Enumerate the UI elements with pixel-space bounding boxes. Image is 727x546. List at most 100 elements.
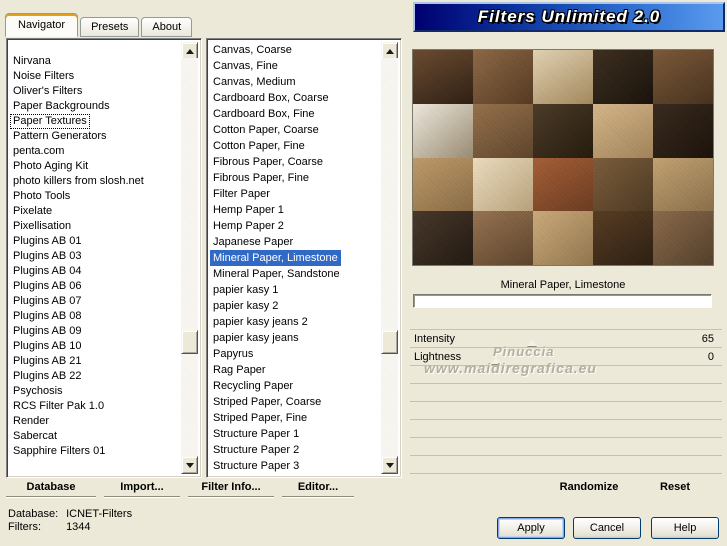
list-item[interactable]: Plugins AB 07 [10,294,85,309]
filters-listbox: Canvas, Coarse Canvas, Fine Canvas, Medium… [206,38,402,478]
list-item[interactable]: Cotton Paper, Fine [210,138,308,154]
list-item[interactable]: Photo Tools [10,189,73,204]
list-item[interactable]: Render [10,414,52,429]
list-item[interactable]: Plugins AB 01 [10,234,85,249]
preview-texture-cell [533,50,593,104]
apply-button[interactable]: Apply [497,517,565,539]
filter-info-button[interactable]: Filter Info... [188,481,274,497]
list-item[interactable]: Plugins AB 06 [10,279,85,294]
list-item[interactable]: Structure Paper 1 [210,426,302,442]
list-item[interactable]: papier kasy jeans 2 [210,314,311,330]
list-item[interactable]: Sabercat [10,429,60,444]
list-item[interactable]: Oliver's Filters [10,84,85,99]
tab-presets[interactable]: Presets [80,17,140,37]
list-item[interactable]: photo killers from slosh.net [10,174,147,189]
list-item[interactable]: Recycling Paper [210,378,296,394]
list-item[interactable]: Plugins AB 03 [10,249,85,264]
list-item[interactable]: papier kasy jeans [210,330,302,346]
preview-image[interactable] [413,50,713,265]
list-item[interactable]: Canvas, Fine [210,58,281,74]
param-row[interactable]: Lightness 0 [410,348,722,366]
list-item[interactable]: Noise Filters [10,69,77,84]
list-item[interactable]: Cardboard Box, Fine [210,106,318,122]
scroll-down-button[interactable] [381,456,398,474]
param-slider [494,384,666,401]
categories-scrollbar [181,42,198,474]
list-item[interactable]: Plugins AB 21 [10,354,85,369]
list-item[interactable]: Mineral Paper, Limestone [210,250,341,266]
list-item[interactable]: Striped Paper, Coarse [210,394,324,410]
list-item[interactable]: papier kasy 2 [210,298,281,314]
status-database-value: ICNET-Filters [66,508,133,520]
preview-texture-cell [413,50,473,104]
list-item[interactable]: Plugins AB 08 [10,309,85,324]
list-item[interactable]: Canvas, Medium [210,74,299,90]
list-item[interactable]: Hemp Paper 2 [210,218,287,234]
preview-texture-cell [593,211,653,265]
editor-button[interactable]: Editor... [282,481,354,497]
list-item[interactable]: Fibrous Paper, Coarse [210,154,326,170]
tab-navigator[interactable]: Navigator [5,13,79,37]
slider-thumb[interactable] [490,353,501,364]
param-name: Intensity [414,332,455,345]
list-item[interactable]: Cardboard Box, Coarse [210,90,332,106]
list-item[interactable]: Pixellisation [10,219,74,234]
list-item[interactable]: Plugins AB 09 [10,324,85,339]
list-item[interactable]: Mineral Paper, Sandstone [210,266,343,282]
param-row [410,366,722,384]
param-slider[interactable] [494,330,666,347]
param-row[interactable]: Intensity 65 [410,330,722,348]
list-item[interactable]: Paper Backgrounds [10,99,113,114]
scrollbar-thumb[interactable] [381,330,398,354]
preview-texture-cell [593,103,653,158]
tab-about[interactable]: About [141,17,193,37]
scroll-down-button[interactable] [181,456,198,474]
status-database-label: Database: [8,508,59,520]
param-name: Lightness [414,350,462,363]
title-banner-text: Filters Unlimited 2.0 [477,7,661,26]
list-item[interactable]: Plugins AB 04 [10,264,85,279]
list-item[interactable]: Photo Aging Kit [10,159,91,174]
list-item[interactable]: Pattern Generators [10,129,110,144]
list-item[interactable]: Japanese Paper [210,234,296,250]
list-item[interactable]: Filter Paper [210,186,273,202]
list-item[interactable]: Hemp Paper 1 [210,202,287,218]
list-item[interactable]: Plugins AB 22 [10,369,85,384]
list-item[interactable]: Papyrus [210,346,256,362]
help-button[interactable]: Help [651,517,719,539]
list-item[interactable]: Pixelate [10,204,55,219]
slider-thumb[interactable] [526,335,537,346]
list-item[interactable]: Rag Paper [210,362,269,378]
param-slider [494,456,666,473]
list-item[interactable]: Psychosis [10,384,66,399]
list-item[interactable]: Paper Textures [10,114,90,129]
list-item[interactable]: Structure Paper 2 [210,442,302,458]
list-item[interactable]: Sapphire Filters 01 [10,444,108,459]
list-item[interactable]: papier kasy 1 [210,282,281,298]
reset-button[interactable]: Reset [648,481,702,496]
import-button[interactable]: Import... [104,481,180,497]
scrollbar-track[interactable] [381,58,398,458]
scrollbar-thumb[interactable] [181,330,198,354]
list-item[interactable]: Structure Paper 3 [210,458,302,474]
randomize-button[interactable]: Randomize [546,481,632,496]
list-item[interactable]: Cotton Paper, Coarse [210,122,322,138]
list-item[interactable]: Nirvana [10,54,54,69]
list-item[interactable]: Plugins AB 10 [10,339,85,354]
scrollbar-track[interactable] [181,58,198,458]
list-item[interactable]: Striped Paper, Fine [210,410,310,426]
list-item[interactable]: Canvas, Coarse [210,42,295,58]
tab-about-label: About [152,21,182,33]
preview-texture-cell [413,103,473,158]
list-item[interactable]: penta.com [10,144,67,159]
param-value: 0 [707,350,714,363]
param-slider [494,438,666,455]
status-filters: Filters: 1344 [8,521,91,533]
database-button[interactable]: Database [6,481,96,497]
cancel-button[interactable]: Cancel [573,517,641,539]
list-item[interactable]: RCS Filter Pak 1.0 [10,399,107,414]
list-item[interactable]: Fibrous Paper, Fine [210,170,312,186]
preview-texture-cell [473,103,533,158]
categories-listbox: Nirvana Noise Filters Oliver's Filters Pape… [6,38,202,478]
param-slider[interactable] [490,348,666,365]
